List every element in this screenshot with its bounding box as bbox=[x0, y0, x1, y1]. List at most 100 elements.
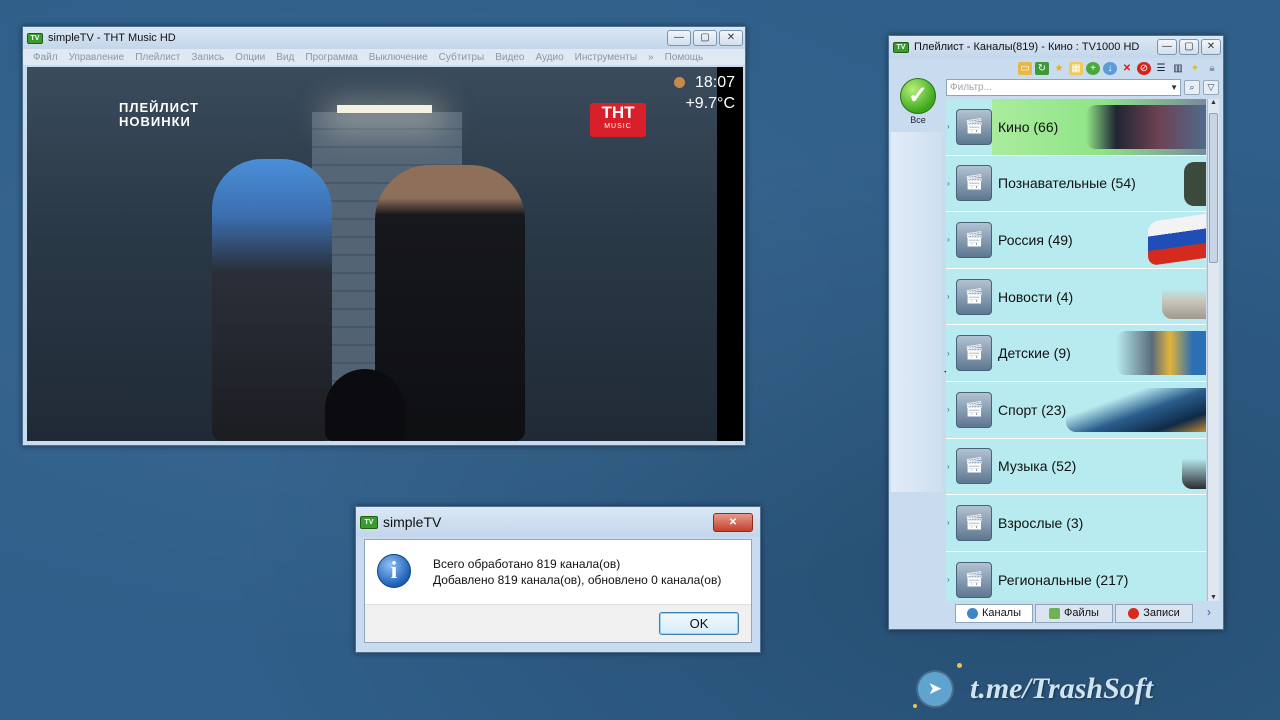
expand-arrow-icon[interactable]: › bbox=[947, 292, 955, 301]
menu-record[interactable]: Запись bbox=[191, 52, 224, 63]
group-item-adult[interactable]: › 🎬︎ Взрослые (3) bbox=[946, 495, 1206, 552]
menu-more[interactable]: » bbox=[648, 52, 654, 63]
group-item-sport[interactable]: › 🎬︎ Спорт (23) bbox=[946, 381, 1206, 439]
expand-arrow-icon[interactable]: › bbox=[947, 575, 955, 584]
expand-arrow-icon[interactable]: › bbox=[947, 179, 955, 188]
close-button[interactable]: ✕ bbox=[1201, 39, 1221, 55]
group-item-regional[interactable]: › 🎬︎ Региональные (217) bbox=[946, 551, 1206, 601]
tab-records[interactable]: Записи bbox=[1115, 604, 1193, 623]
menu-tools[interactable]: Инструменты bbox=[575, 52, 637, 63]
group-item-kino[interactable]: › 🎬︎ Кино (66) bbox=[946, 99, 1206, 156]
sparkle-decoration bbox=[913, 704, 917, 708]
tabs-next-arrow-icon[interactable]: › bbox=[1207, 605, 1211, 619]
player-title: simpleTV - ТНТ Music HD bbox=[48, 32, 176, 44]
ceiling-lamp bbox=[337, 105, 432, 113]
sparkle-decoration bbox=[957, 663, 962, 668]
close-button[interactable]: ✕ bbox=[719, 30, 743, 46]
ok-button[interactable]: OK bbox=[659, 612, 739, 635]
playlist-tabs: Каналы Файлы Записи bbox=[955, 604, 1193, 624]
group-label: Региональные (217) bbox=[998, 571, 1129, 588]
menu-options[interactable]: Опции bbox=[235, 52, 265, 63]
maximize-button[interactable]: ▢ bbox=[693, 30, 717, 46]
group-label: Детские (9) bbox=[998, 345, 1071, 362]
dropdown-arrow-icon[interactable]: ▼ bbox=[1170, 80, 1178, 95]
filter-input[interactable]: Фильтр... ▼ bbox=[946, 79, 1181, 96]
menu-playlist[interactable]: Плейлист bbox=[135, 52, 180, 63]
filter-row: Фильтр... ▼ ⌕ ▽ bbox=[946, 78, 1219, 97]
dialog-message: Всего обработано 819 канала(ов) Добавлен… bbox=[433, 556, 721, 588]
dialog-line-added: Добавлено 819 канала(ов), обновлено 0 ка… bbox=[433, 573, 722, 587]
maximize-button[interactable]: ▢ bbox=[1179, 39, 1199, 55]
player-window: TV simpleTV - ТНТ Music HD — ▢ ✕ Файл Уп… bbox=[22, 26, 746, 446]
refresh-icon[interactable]: ↻ bbox=[1035, 61, 1049, 75]
menu-control[interactable]: Управление bbox=[69, 52, 125, 63]
temperature: +9.7°C bbox=[685, 95, 735, 112]
expand-arrow-icon[interactable]: › bbox=[947, 405, 955, 414]
capitol-thumbnail bbox=[1162, 274, 1206, 319]
group-item-music[interactable]: › 🎬︎ Музыка (52) bbox=[946, 438, 1206, 496]
dialog-close-button[interactable]: ✕ bbox=[713, 512, 753, 532]
move-down-icon[interactable]: ↓ bbox=[1103, 61, 1117, 75]
lightbulb-icon[interactable]: ✦ bbox=[1188, 62, 1202, 75]
tnt-music-logo: ТНТ MUSIC bbox=[590, 103, 646, 137]
clapperboard-icon: 🎬︎ bbox=[956, 335, 992, 372]
tv-app-icon: TV bbox=[893, 41, 909, 53]
group-label: Спорт (23) bbox=[998, 401, 1067, 418]
scroll-down-icon[interactable]: ▼ bbox=[1208, 594, 1219, 601]
menu-file[interactable]: Файл bbox=[33, 52, 58, 63]
tv-app-icon: TV bbox=[27, 32, 43, 44]
columns-view-icon[interactable]: ▥ bbox=[1171, 62, 1185, 75]
expand-arrow-icon[interactable]: › bbox=[947, 462, 955, 471]
cartoon-thumbnail bbox=[1116, 331, 1206, 376]
menu-video[interactable]: Видео bbox=[495, 52, 524, 63]
group-label: Музыка (52) bbox=[998, 458, 1077, 475]
scroll-up-icon[interactable]: ▲ bbox=[1208, 99, 1219, 106]
checkmark-icon: ✓ bbox=[900, 78, 936, 114]
scroll-thumb[interactable] bbox=[1209, 113, 1218, 263]
group-item-educational[interactable]: › 🎬︎ Познавательные (54) bbox=[946, 155, 1206, 213]
lock-icon[interactable]: 🔒︎ bbox=[1205, 62, 1219, 75]
clapperboard-icon: 🎬︎ bbox=[956, 448, 992, 485]
menu-view[interactable]: Вид bbox=[276, 52, 294, 63]
group-item-news[interactable]: › 🎬︎ Новости (4) bbox=[946, 268, 1206, 326]
block-icon[interactable]: ⊘ bbox=[1137, 61, 1151, 75]
menu-program[interactable]: Программа bbox=[305, 52, 357, 63]
video-frame: ПЛЕЙЛИСТ НОВИНКИ ТНТ MUSIC bbox=[27, 67, 717, 441]
open-folder-icon[interactable]: ▭ bbox=[1018, 61, 1032, 75]
menu-subtitles[interactable]: Субтитры bbox=[439, 52, 485, 63]
minimize-button[interactable]: — bbox=[667, 30, 691, 46]
favorites-star-icon[interactable]: ★ bbox=[1052, 62, 1066, 75]
dialog-line-processed: Всего обработано 819 канала(ов) bbox=[433, 557, 621, 571]
menu-help[interactable]: Помощь bbox=[665, 52, 704, 63]
dialog-footer: OK bbox=[365, 604, 751, 642]
expand-arrow-icon[interactable]: › bbox=[947, 349, 955, 358]
tab-files[interactable]: Файлы bbox=[1035, 604, 1113, 623]
menu-audio[interactable]: Аудио bbox=[535, 52, 563, 63]
player-titlebar[interactable]: TV simpleTV - ТНТ Music HD — ▢ ✕ bbox=[23, 27, 745, 49]
expand-arrow-icon[interactable]: › bbox=[947, 235, 955, 244]
group-label: Россия (49) bbox=[998, 231, 1073, 248]
group-item-russia[interactable]: › 🎬︎ Россия (49) bbox=[946, 212, 1206, 269]
group-list-scrollbar[interactable]: ▲ ▼ bbox=[1207, 99, 1219, 601]
all-label: Все bbox=[910, 115, 926, 125]
all-channels-button[interactable]: ✓ Все bbox=[898, 78, 938, 128]
search-icon[interactable]: ⌕ bbox=[1184, 80, 1200, 95]
video-area[interactable]: ПЛЕЙЛИСТ НОВИНКИ ТНТ MUSIC 18:07 +9.7°C bbox=[27, 67, 743, 441]
expand-arrow-icon[interactable]: › bbox=[947, 122, 955, 131]
dialog-titlebar[interactable]: TV simpleTV ✕ bbox=[356, 507, 760, 537]
osd-clock-weather: 18:07 +9.7°C bbox=[673, 72, 735, 114]
expand-arrow-icon[interactable]: › bbox=[947, 518, 955, 527]
menu-shutdown[interactable]: Выключение bbox=[369, 52, 428, 63]
groups-icon[interactable]: ▦ bbox=[1069, 61, 1083, 75]
group-item-kids[interactable]: › 🎬︎ Детские (9) bbox=[946, 325, 1206, 382]
files-icon bbox=[1049, 608, 1061, 619]
info-icon: i bbox=[377, 554, 411, 588]
filter-icon[interactable]: ▽ bbox=[1203, 80, 1219, 95]
performer-left bbox=[212, 159, 332, 441]
tab-channels[interactable]: Каналы bbox=[955, 604, 1033, 623]
list-view-icon[interactable]: ☰ bbox=[1154, 62, 1168, 75]
playlist-titlebar[interactable]: TV Плейлист - Каналы(819) - Кино : TV100… bbox=[889, 36, 1223, 58]
delete-icon[interactable]: ✕ bbox=[1120, 62, 1134, 75]
add-icon[interactable]: + bbox=[1086, 61, 1100, 75]
minimize-button[interactable]: — bbox=[1157, 39, 1177, 55]
